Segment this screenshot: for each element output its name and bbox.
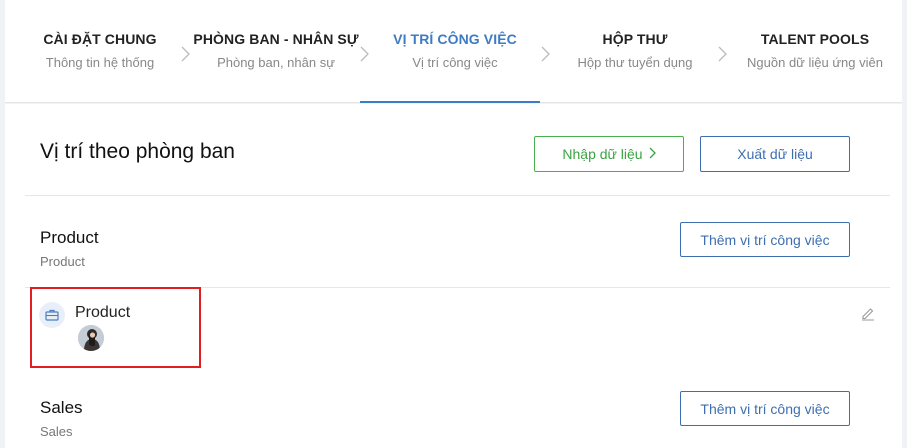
job-position-title: Product [75,304,131,321]
step-title: TALENT POOLS [760,31,870,47]
page-title: Vị trí theo phòng ban [40,140,235,163]
step-subtitle: Phòng ban, nhân sự [217,55,335,70]
job-position-row[interactable]: Product [25,288,890,368]
step-subtitle: Thông tin hệ thống [45,55,155,70]
export-data-label: Xuất dữ liệu [737,146,813,162]
step-job-positions[interactable]: VỊ TRÍ CÔNG VIỆC Vị trí công việc [370,31,540,70]
export-data-button[interactable]: Xuất dữ liệu [700,136,850,172]
chevron-right-icon [718,46,727,62]
avatar [78,325,104,351]
chevron-right-icon [181,46,190,62]
chevron-right-icon [649,146,656,162]
main-panel: Vị trí theo phòng ban Nhập dữ liệu Xuất … [5,104,902,448]
department-subtitle: Product [40,254,85,269]
import-data-label: Nhập dữ liệu [562,146,643,162]
step-general-settings[interactable]: CÀI ĐẶT CHUNG Thông tin hệ thống [15,31,185,70]
step-title: CÀI ĐẶT CHUNG [43,31,157,47]
add-job-position-label: Thêm vị trí công việc [700,231,830,248]
settings-steps-nav: CÀI ĐẶT CHUNG Thông tin hệ thống PHÒNG B… [5,0,902,103]
add-job-position-button[interactable]: Thêm vị trí công việc [680,222,850,257]
divider [25,195,890,196]
pencil-icon[interactable] [860,305,876,321]
step-subtitle: Hộp thư tuyển dụng [577,55,693,70]
step-title: VỊ TRÍ CÔNG VIỆC [393,31,517,47]
add-job-position-button[interactable]: Thêm vị trí công việc [680,391,850,426]
add-job-position-label: Thêm vị trí công việc [700,400,830,417]
step-title: HỘP THƯ [602,31,668,47]
step-subtitle: Nguồn dữ liệu ứng viên [747,55,883,70]
chevron-right-icon [360,46,369,62]
department-subtitle: Sales [40,424,73,439]
import-data-button[interactable]: Nhập dữ liệu [534,136,684,172]
step-title: PHÒNG BAN - NHÂN SỰ [193,31,359,47]
chevron-right-icon [541,46,550,62]
step-talent-pools[interactable]: TALENT POOLS Nguồn dữ liệu ứng viên [730,31,900,70]
step-departments-staff[interactable]: PHÒNG BAN - NHÂN SỰ Phòng ban, nhân sự [191,31,361,70]
department-name: Product [40,228,99,247]
department-name: Sales [40,398,83,417]
step-subtitle: Vị trí công việc [412,55,498,70]
step-mailbox[interactable]: HỘP THƯ Hộp thư tuyển dụng [550,31,720,70]
briefcase-icon [39,302,65,328]
active-step-indicator [360,101,540,103]
